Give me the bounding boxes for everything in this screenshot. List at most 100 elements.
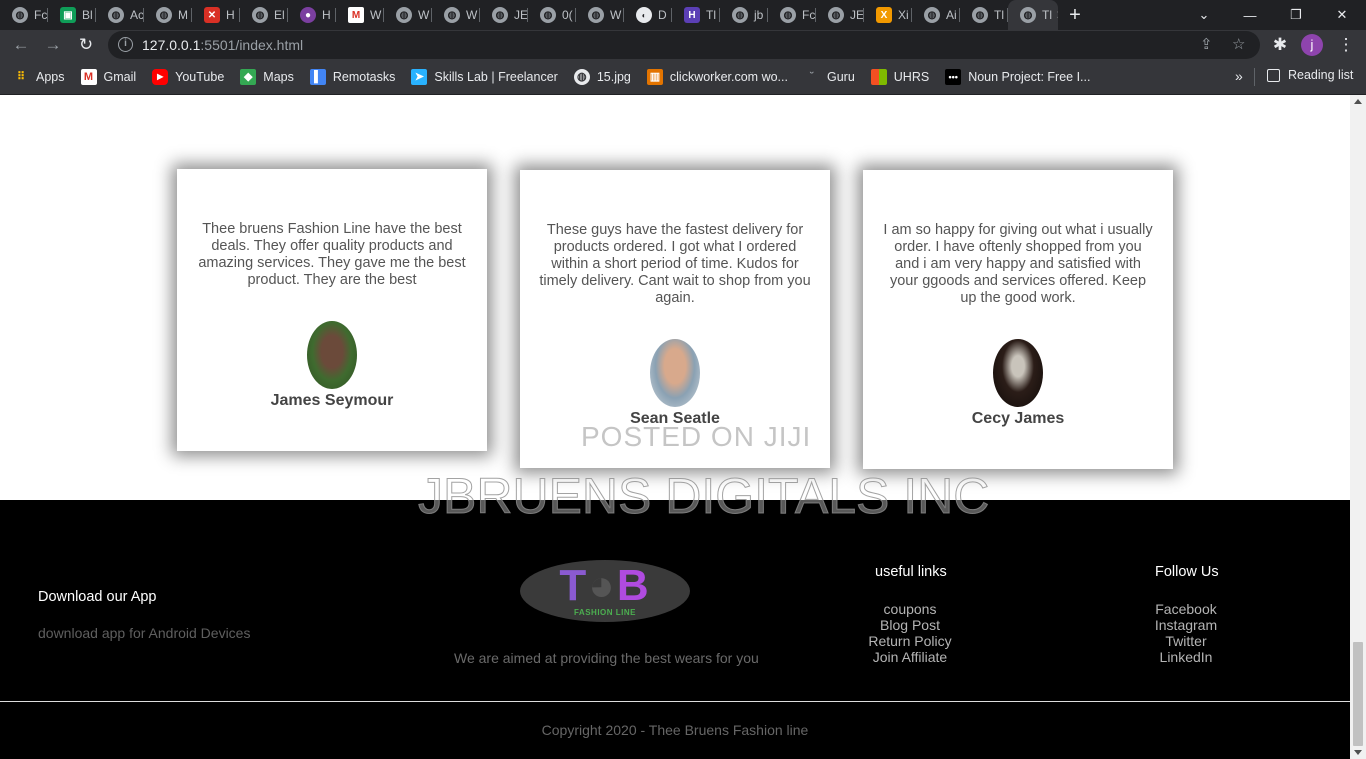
minimize-button[interactable]: —: [1227, 0, 1273, 30]
browser-tab[interactable]: ● H: [288, 0, 336, 30]
browser-tab[interactable]: ◐ D: [624, 0, 672, 30]
avatar: [307, 321, 357, 389]
browser-tab[interactable]: ◍ JE: [816, 0, 864, 30]
globe-icon: ◍: [540, 7, 556, 23]
browser-toolbar: ← → ↻ i 127.0.0.1:5501/index.html ⇪ ☆ ✱ …: [0, 30, 1366, 59]
menu-kebab-icon[interactable]: ⋮: [1333, 32, 1359, 58]
browser-tab[interactable]: ✕ H: [192, 0, 240, 30]
bookmarks-overflow-button[interactable]: »: [1235, 68, 1243, 84]
footer-divider: [0, 701, 1350, 702]
browser-tab[interactable]: MW: [336, 0, 384, 30]
avatar: [650, 339, 700, 407]
footer-link[interactable]: coupons: [840, 601, 980, 617]
profile-avatar[interactable]: j: [1301, 34, 1323, 56]
browser-tab[interactable]: ◍ W: [384, 0, 432, 30]
red-x-icon: ✕: [204, 7, 220, 23]
testimonial-quote: Thee bruens Fashion Line have the best d…: [198, 221, 466, 288]
watermark-posted-on-jiji: POSTED ON JIJI: [581, 421, 812, 452]
footer-link[interactable]: Return Policy: [840, 633, 980, 649]
bookmark-gmail[interactable]: M Gmail: [80, 68, 136, 85]
apps-grid-icon: ⠿: [16, 71, 26, 83]
browser-tab[interactable]: ◍ W: [432, 0, 480, 30]
reload-icon[interactable]: ↻: [73, 32, 99, 58]
browser-tab[interactable]: ◍ W: [576, 0, 624, 30]
globe-icon: ◍: [588, 7, 604, 23]
new-tab-button[interactable]: +: [1058, 0, 1092, 30]
toggle-icon: ◐: [636, 7, 652, 23]
globe-icon: ◍: [156, 7, 172, 23]
bookmark-maps[interactable]: ◆ Maps: [240, 68, 294, 85]
guru-icon: ˘: [810, 70, 814, 83]
extensions-icon[interactable]: ✱: [1267, 32, 1293, 58]
bookmark-youtube[interactable]: ▶ YouTube: [152, 68, 224, 85]
footer-link[interactable]: Join Affiliate: [840, 649, 980, 665]
social-link-instagram[interactable]: Instagram: [1126, 617, 1246, 633]
globe-icon: ◍: [252, 7, 268, 23]
share-icon[interactable]: ⇪: [1200, 35, 1213, 53]
restore-button[interactable]: ❐: [1273, 0, 1319, 30]
site-footer: Download our App download app for Androi…: [0, 500, 1350, 759]
brand-tagline: We are aimed at providing the best wears…: [454, 650, 759, 666]
scroll-up-arrow-icon[interactable]: [1354, 99, 1362, 104]
browser-tab[interactable]: ▣ Bl: [48, 0, 96, 30]
maps-icon: ◆: [240, 68, 257, 85]
forward-icon[interactable]: →: [40, 32, 66, 58]
social-link-linkedin[interactable]: LinkedIn: [1126, 649, 1246, 665]
social-link-facebook[interactable]: Facebook: [1126, 601, 1246, 617]
app-icon-green: ▣: [60, 7, 76, 23]
back-icon[interactable]: ←: [8, 32, 34, 58]
bookmarks-bar: ⠿ Apps M Gmail ▶ YouTube ◆ Maps ▌ Remotasks ➤…: [0, 59, 1366, 95]
brand-logo[interactable]: T◕B FASHION LINE: [520, 560, 690, 622]
page-viewport: Thee bruens Fashion Line have the best d…: [0, 95, 1350, 759]
browser-tab[interactable]: ◍ jb: [720, 0, 768, 30]
tab-search-icon[interactable]: ⌄: [1181, 0, 1227, 30]
hanger-icon: ◕: [588, 561, 617, 610]
uhrs-icon: ■: [870, 68, 887, 85]
browser-tab[interactable]: ◍ Fc: [768, 0, 816, 30]
globe-icon: ◍: [828, 7, 844, 23]
browser-tab[interactable]: ◍ Ai: [912, 0, 960, 30]
browser-tab[interactable]: ◍ Tl: [960, 0, 1008, 30]
remotasks-icon: ▌: [309, 68, 326, 85]
tab-strip: ◍ Fc ▣ Bl ◍ Ac ◍ M ✕ H ◍ El ● H MW ◍ W ◍ W ◍ JE ◍ 0…: [0, 0, 1366, 30]
page-scrollbar[interactable]: [1350, 95, 1366, 759]
bookmark-apps[interactable]: ⠿ Apps: [13, 69, 65, 85]
footer-link[interactable]: Blog Post: [840, 617, 980, 633]
scroll-down-arrow-icon[interactable]: [1354, 750, 1362, 755]
bookmark-guru[interactable]: ˘ Guru: [804, 69, 855, 85]
browser-tab[interactable]: ◍ JE: [480, 0, 528, 30]
bookmark-15jpg[interactable]: ◍ 15.jpg: [573, 68, 631, 85]
bookmark-clickworker[interactable]: ▥ clickworker.com wo...: [646, 68, 788, 85]
url-text[interactable]: 127.0.0.1:5501/index.html: [142, 37, 303, 53]
address-bar[interactable]: i 127.0.0.1:5501/index.html ⇪ ☆: [108, 31, 1260, 59]
copyright-text: Copyright 2020 - Thee Bruens Fashion lin…: [541, 722, 809, 738]
youtube-icon: ▶: [152, 68, 169, 85]
bookmarks-divider: [1254, 68, 1255, 86]
browser-tab[interactable]: ◍ 0(: [528, 0, 576, 30]
social-link-twitter[interactable]: Twitter: [1126, 633, 1246, 649]
browser-tab[interactable]: ◍ M: [144, 0, 192, 30]
browser-tab[interactable]: H Tl: [672, 0, 720, 30]
testimonial-card: Thee bruens Fashion Line have the best d…: [177, 169, 487, 451]
close-window-button[interactable]: ✕: [1319, 0, 1365, 30]
bookmark-uhrs[interactable]: ■UHRS: [870, 68, 929, 85]
browser-tab[interactable]: X Xi: [864, 0, 912, 30]
browser-tab[interactable]: ◍ Fc: [0, 0, 48, 30]
download-app-text[interactable]: download app for Android Devices: [38, 625, 250, 641]
reading-list-button[interactable]: Reading list: [1267, 68, 1353, 82]
bookmark-noun-project[interactable]: ••• Noun Project: Free I...: [945, 68, 1090, 85]
info-icon[interactable]: i: [118, 37, 133, 52]
bookmark-remotasks[interactable]: ▌ Remotasks: [309, 68, 395, 85]
testimonial-quote: I am so happy for giving out what i usua…: [883, 222, 1153, 306]
close-tab-icon[interactable]: ✕: [1056, 8, 1058, 22]
bookmark-freelancer[interactable]: ➤ Skills Lab | Freelancer: [411, 68, 558, 85]
globe-icon: ◍: [972, 7, 988, 23]
browser-tab-active[interactable]: ◍Tl✕: [1008, 0, 1058, 30]
browser-tab[interactable]: ◍ El: [240, 0, 288, 30]
scrollbar-thumb[interactable]: [1353, 642, 1363, 746]
browser-tab[interactable]: ◍ Ac: [96, 0, 144, 30]
bookmark-star-icon[interactable]: ☆: [1232, 35, 1245, 53]
purple-h-icon: H: [684, 7, 700, 23]
globe-icon: ◍: [1020, 7, 1036, 23]
freelancer-icon: ➤: [411, 68, 428, 85]
